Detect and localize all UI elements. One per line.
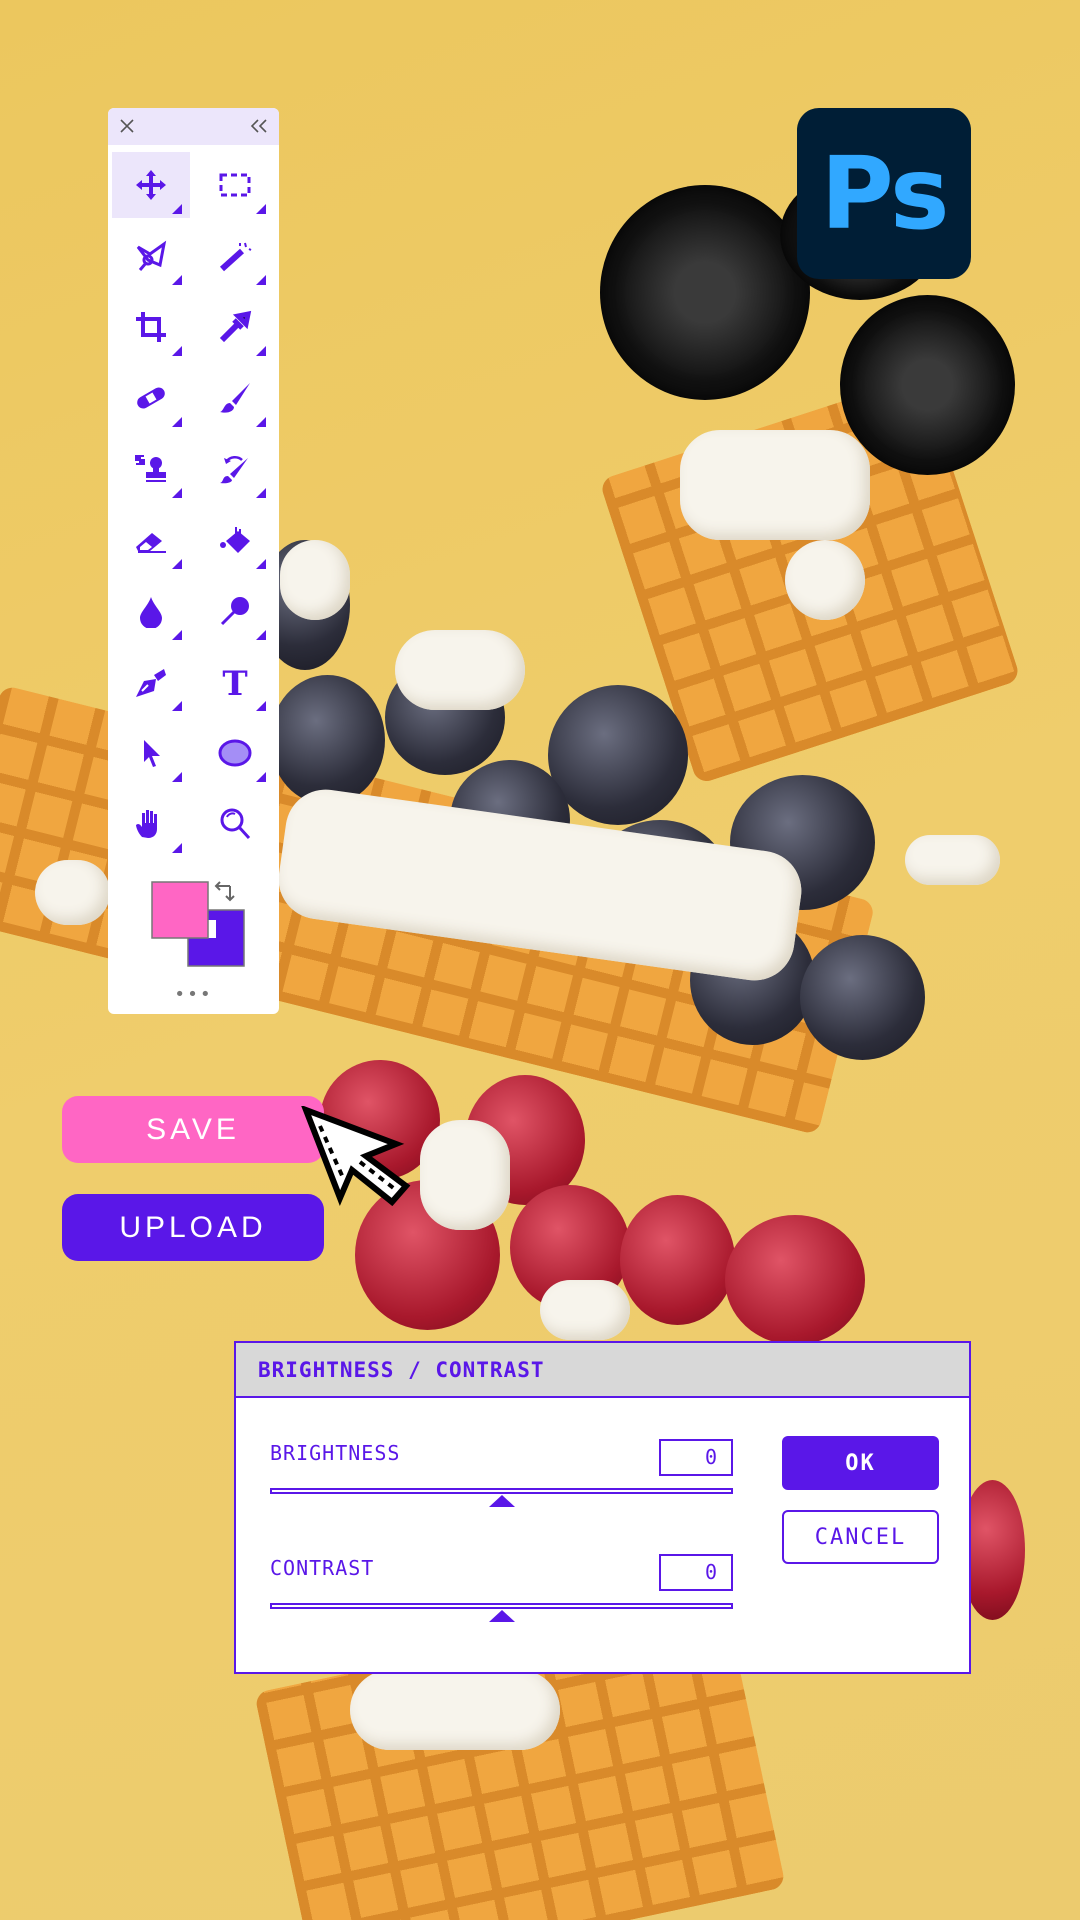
brightness-slider-track[interactable] <box>270 1488 733 1494</box>
zoom-icon <box>220 808 251 840</box>
eyedropper-icon <box>219 310 252 343</box>
history-brush-icon <box>220 456 248 484</box>
contrast-slider-track[interactable] <box>270 1603 733 1609</box>
brush-icon <box>220 383 250 413</box>
submenu-indicator <box>172 559 182 569</box>
save-button[interactable]: SAVE <box>62 1096 324 1163</box>
tool-type[interactable]: T <box>196 649 274 715</box>
marquee-icon <box>219 173 251 197</box>
foreground-color-swatch[interactable] <box>151 881 209 939</box>
double-chevron-left-icon[interactable] <box>249 117 269 135</box>
swap-colors-icon[interactable] <box>214 881 235 902</box>
color-swatches[interactable] <box>150 880 250 970</box>
tool-eraser[interactable] <box>112 507 190 573</box>
tool-magic-wand[interactable] <box>196 223 274 289</box>
dialog-title: BRIGHTNESS / CONTRAST <box>236 1343 969 1398</box>
submenu-indicator <box>256 204 266 214</box>
contrast-slider-thumb[interactable] <box>488 1610 515 1622</box>
submenu-indicator <box>256 559 266 569</box>
submenu-indicator <box>172 843 182 853</box>
magic-wand-icon <box>219 242 252 272</box>
tool-rectangular-marquee[interactable] <box>196 152 274 218</box>
tool-eyedropper[interactable] <box>196 294 274 360</box>
submenu-indicator <box>256 630 266 640</box>
hand-icon <box>136 810 157 838</box>
submenu-indicator <box>172 701 182 711</box>
tool-lasso[interactable] <box>112 223 190 289</box>
tool-pen[interactable] <box>112 649 190 715</box>
stamp-icon <box>135 455 166 482</box>
drop-icon <box>140 597 162 628</box>
submenu-indicator <box>172 346 182 356</box>
tool-move[interactable] <box>112 152 190 218</box>
eraser-icon <box>136 533 166 553</box>
polygonal-lasso-icon <box>136 240 167 271</box>
tool-ellipse[interactable] <box>196 720 274 786</box>
submenu-indicator <box>256 701 266 711</box>
pen-icon <box>136 669 166 697</box>
tool-healing-brush[interactable] <box>112 365 190 431</box>
tool-history-brush[interactable] <box>196 436 274 502</box>
contrast-label: CONTRAST <box>270 1556 375 1580</box>
submenu-indicator <box>172 488 182 498</box>
arrow-select-icon <box>144 740 160 767</box>
tool-clone-stamp[interactable] <box>112 436 190 502</box>
submenu-indicator <box>256 488 266 498</box>
tool-path-selection[interactable] <box>112 720 190 786</box>
submenu-indicator <box>256 772 266 782</box>
submenu-indicator <box>172 772 182 782</box>
crop-icon <box>136 312 166 342</box>
logo-text: Ps <box>820 135 949 252</box>
svg-text:T: T <box>222 665 247 699</box>
photoshop-logo: Ps <box>797 108 971 279</box>
upload-button[interactable]: UPLOAD <box>62 1194 324 1261</box>
pointer-cursor-icon <box>301 1106 411 1206</box>
submenu-indicator <box>172 204 182 214</box>
brightness-input[interactable]: 0 <box>659 1439 733 1476</box>
submenu-indicator <box>172 417 182 427</box>
submenu-indicator <box>256 346 266 356</box>
submenu-indicator <box>172 275 182 285</box>
brightness-contrast-dialog: BRIGHTNESS / CONTRAST BRIGHTNESS 0 CONTR… <box>234 1341 971 1674</box>
brightness-slider-thumb[interactable] <box>488 1495 515 1507</box>
move-icon <box>136 170 166 200</box>
paint-bucket-icon <box>220 527 250 553</box>
dodge-icon <box>220 597 249 626</box>
bandage-icon <box>137 387 165 409</box>
tools-panel-header <box>108 108 279 145</box>
tool-crop[interactable] <box>112 294 190 360</box>
contrast-input[interactable]: 0 <box>659 1554 733 1591</box>
brightness-label: BRIGHTNESS <box>270 1441 401 1465</box>
ellipse-icon <box>218 739 252 767</box>
tool-blur[interactable] <box>112 578 190 644</box>
tool-paint-bucket[interactable] <box>196 507 274 573</box>
tool-zoom[interactable] <box>196 791 274 857</box>
tools-panel: T ••• <box>108 108 279 1014</box>
cancel-button[interactable]: CANCEL <box>782 1510 939 1564</box>
submenu-indicator <box>256 275 266 285</box>
ok-button[interactable]: OK <box>782 1436 939 1490</box>
tool-dodge[interactable] <box>196 578 274 644</box>
more-tools-button[interactable]: ••• <box>108 984 279 1005</box>
type-icon: T <box>222 665 247 699</box>
close-icon[interactable] <box>118 117 136 135</box>
tool-brush[interactable] <box>196 365 274 431</box>
tool-hand[interactable] <box>112 791 190 857</box>
submenu-indicator <box>172 630 182 640</box>
submenu-indicator <box>256 417 266 427</box>
